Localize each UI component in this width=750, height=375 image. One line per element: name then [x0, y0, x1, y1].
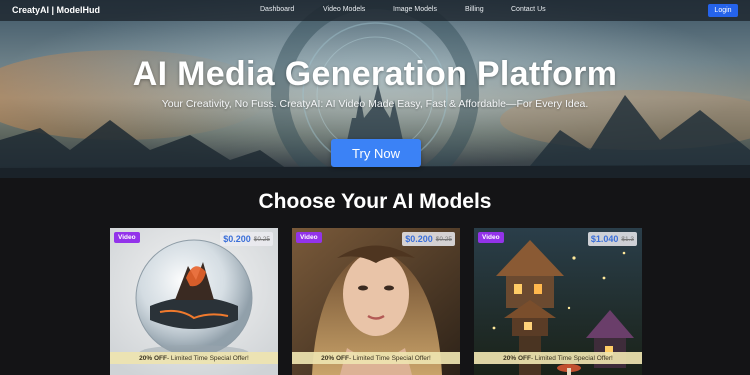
brand-logo-text[interactable]: CreatyAI | ModelHud	[12, 5, 100, 15]
current-price: $0.200	[223, 234, 251, 244]
special-offer-banner: 20% OFF - Limited Time Special Offer!	[292, 352, 460, 364]
top-navbar: CreatyAI | ModelHud Dashboard Video Mode…	[0, 0, 750, 21]
offer-text: - Limited Time Special Offer!	[530, 354, 613, 362]
offer-discount: 20% OFF	[321, 354, 349, 362]
video-badge: Video	[478, 232, 504, 243]
offer-discount: 20% OFF	[139, 354, 167, 362]
models-section-title: Choose Your AI Models	[258, 190, 492, 213]
offer-text: - Limited Time Special Offer!	[166, 354, 249, 362]
special-offer-banner: 20% OFF - Limited Time Special Offer!	[110, 352, 278, 364]
price-tag: $1.040 $1.3	[587, 232, 637, 246]
special-offer-banner: 20% OFF - Limited Time Special Offer!	[474, 352, 642, 364]
current-price: $0.200	[405, 234, 433, 244]
video-badge: Video	[114, 232, 140, 243]
price-tag: $0.200 $0.25	[402, 232, 455, 246]
offer-text: - Limited Time Special Offer!	[348, 354, 431, 362]
hero-subtitle: Your Creativity, No Fuss. CreatyAI: AI V…	[161, 98, 589, 110]
nav-link-contact-us[interactable]: Contact Us	[511, 6, 546, 13]
nav-link-image-models[interactable]: Image Models	[393, 6, 437, 13]
video-badge: Video	[296, 232, 322, 243]
original-price: $0.25	[253, 235, 270, 243]
current-price: $1.040	[590, 234, 619, 244]
price-tag: $0.200 $0.25	[220, 232, 273, 246]
nav-link-video-models[interactable]: Video Models	[323, 6, 365, 13]
offer-discount: 20% OFF	[503, 354, 531, 362]
original-price: $1.3	[621, 235, 634, 243]
hero-title: AI Media Generation Platform	[132, 55, 618, 93]
login-button[interactable]: Login	[708, 4, 738, 17]
model-card[interactable]: Video $0.200 $0.25 20% OFF - Limited Tim…	[110, 228, 278, 375]
model-card[interactable]: Video $0.200 $0.25 20% OFF - Limited Tim…	[292, 228, 460, 375]
nav-link-billing[interactable]: Billing	[465, 6, 484, 13]
try-now-button[interactable]: Try Now	[331, 139, 421, 167]
original-price: $0.25	[435, 235, 452, 243]
model-card[interactable]: Video $1.040 $1.3 20% OFF - Limited Time…	[474, 228, 642, 375]
nav-link-dashboard[interactable]: Dashboard	[260, 6, 294, 13]
